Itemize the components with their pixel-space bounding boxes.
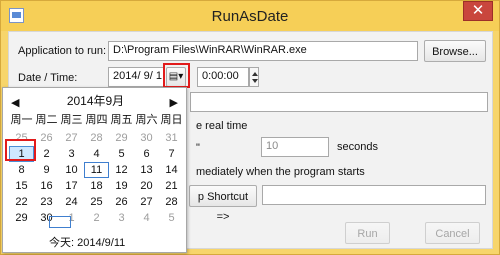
calendar-day-cell[interactable]: 5 [109, 146, 134, 162]
calendar-day-cell[interactable]: 15 [9, 178, 34, 194]
calendar-month-title[interactable]: 2014年9月 [3, 92, 188, 109]
calendar-day-cell[interactable]: 13 [134, 162, 159, 178]
next-month-icon[interactable]: ▶ [170, 96, 178, 109]
calendar-day-cell[interactable]: 25 [84, 194, 109, 210]
quote-mark-label: " [196, 142, 200, 154]
immediate-start-label: mediately when the program starts [196, 166, 365, 178]
calendar-day-cell[interactable]: 27 [134, 194, 159, 210]
calendar-day-cell[interactable]: 29 [9, 210, 34, 226]
calendar-day-cell[interactable]: 20 [134, 178, 159, 194]
calendar-day-cell[interactable]: 12 [109, 162, 134, 178]
date-time-label: Date / Time: [18, 72, 78, 84]
run-button[interactable]: Run [345, 222, 390, 244]
close-button[interactable]: ✕ [463, 1, 493, 21]
calendar-day-cell[interactable]: 10 [59, 162, 84, 178]
calendar-day-cell[interactable]: 11 [84, 162, 109, 178]
calendar-day-cell[interactable]: 31 [159, 130, 184, 146]
application-path-input[interactable]: D:\Program Files\WinRAR\WinRAR.exe [108, 41, 418, 61]
shortcut-name-input[interactable] [262, 185, 486, 205]
calendar-day-cell[interactable]: 6 [134, 146, 159, 162]
calendar-day-cell[interactable]: 18 [84, 178, 109, 194]
highlight-box-dropdown [163, 63, 190, 88]
calendar-day-cell[interactable]: 21 [159, 178, 184, 194]
weekday-label: 周六 [135, 114, 158, 126]
browse-button[interactable]: Browse... [424, 40, 486, 62]
today-marker-icon [49, 216, 71, 228]
calendar-day-cell[interactable]: 26 [34, 130, 59, 146]
calendar-day-cell[interactable]: 22 [9, 194, 34, 210]
calendar-day-cell[interactable]: 3 [109, 210, 134, 226]
shortcut-button[interactable]: p Shortcut => [189, 185, 257, 223]
seconds-label: seconds [337, 141, 378, 153]
calendar-day-cell[interactable]: 4 [84, 146, 109, 162]
calendar-day-cell[interactable]: 28 [84, 130, 109, 146]
calendar-day-cell[interactable]: 26 [109, 194, 134, 210]
calendar-day-cell[interactable]: 5 [159, 210, 184, 226]
application-label: Application to run: [18, 45, 107, 57]
calendar-day-cell[interactable]: 29 [109, 130, 134, 146]
date-input[interactable]: 2014/ 9/ 1 [108, 67, 165, 87]
calendar-day-cell[interactable]: 4 [134, 210, 159, 226]
highlight-box-selected-day [5, 139, 36, 161]
weekday-label: 周四 [85, 114, 108, 126]
month-calendar-popup[interactable]: ◀ 2014年9月 ▶ 周一 周二 周三 周四 周五 周六 周日 25 26 27 28 29 30 3… [2, 87, 187, 253]
weekday-label: 周日 [160, 114, 183, 126]
calendar-day-cell[interactable]: 28 [159, 194, 184, 210]
runasdate-window: RunAsDate ✕ Application to run: D:\Progr… [0, 0, 500, 255]
calendar-day-cell[interactable]: 19 [109, 178, 134, 194]
calendar-day-cell[interactable]: 3 [59, 146, 84, 162]
calendar-day-cell[interactable]: 23 [34, 194, 59, 210]
today-link[interactable]: 今天: 2014/9/11 [49, 234, 125, 250]
window-title: RunAsDate [211, 8, 289, 25]
calendar-day-cell[interactable]: 30 [134, 130, 159, 146]
calendar-day-cell[interactable]: 16 [34, 178, 59, 194]
weekday-label: 周三 [60, 114, 83, 126]
weekday-label: 周五 [110, 114, 133, 126]
weekday-label: 周二 [35, 114, 58, 126]
calendar-day-cell[interactable]: 9 [34, 162, 59, 178]
calendar-day-cell[interactable]: 17 [59, 178, 84, 194]
weekday-header-row: 周一 周二 周三 周四 周五 周六 周日 [9, 112, 184, 128]
calendar-day-cell[interactable]: 14 [159, 162, 184, 178]
time-input[interactable]: 0:00:00 [197, 67, 249, 87]
title-bar: RunAsDate ✕ [1, 1, 499, 31]
calendar-day-cell[interactable]: 24 [59, 194, 84, 210]
weekday-label: 周一 [10, 114, 33, 126]
calendar-day-cell[interactable]: 8 [9, 162, 34, 178]
seconds-input[interactable]: 10 [261, 137, 329, 157]
calendar-day-cell[interactable]: 2 [84, 210, 109, 226]
time-spinner[interactable] [249, 67, 259, 87]
calendar-day-cell[interactable]: 7 [159, 146, 184, 162]
real-time-label: e real time [196, 120, 248, 132]
cancel-button[interactable]: Cancel [425, 222, 480, 244]
secondary-input[interactable] [190, 92, 488, 112]
calendar-day-cell[interactable]: 2 [34, 146, 59, 162]
calendar-day-cell[interactable]: 27 [59, 130, 84, 146]
